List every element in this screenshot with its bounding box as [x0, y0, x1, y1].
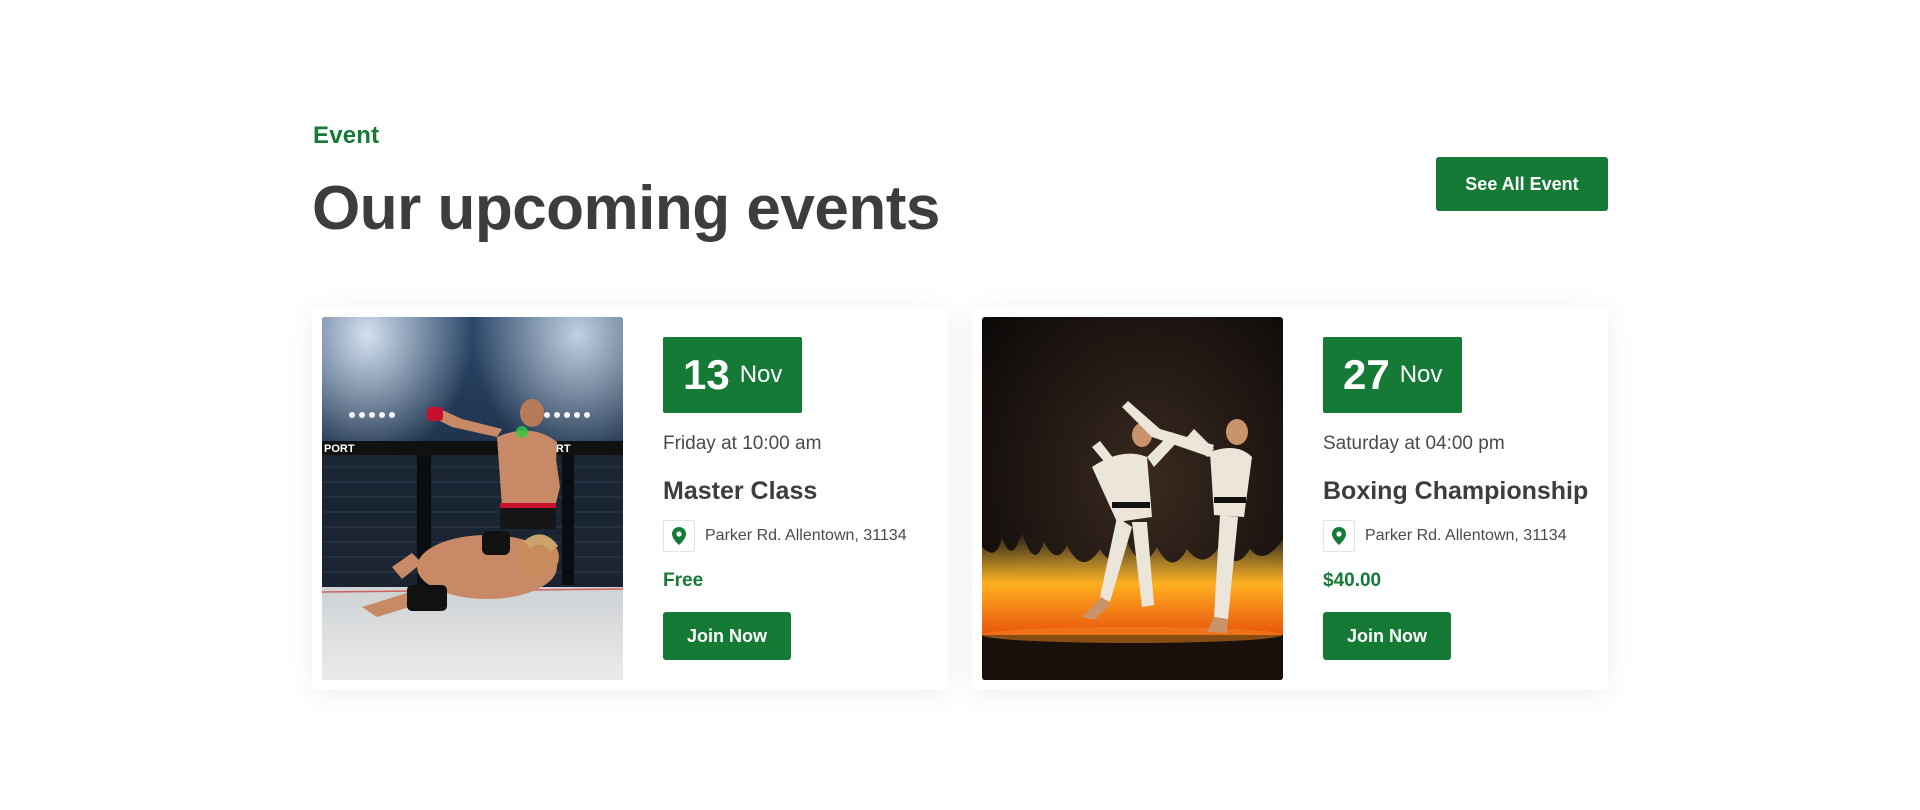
event-location: Parker Rd. Allentown, 31134	[1323, 520, 1593, 552]
events-section: Event Our upcoming events See All Event	[0, 0, 1920, 810]
location-text: Parker Rd. Allentown, 31134	[1365, 527, 1567, 544]
join-now-button[interactable]: Join Now	[1323, 612, 1451, 660]
event-info: 13 Nov Friday at 10:00 am Master Class P…	[663, 337, 933, 660]
event-image-mma[interactable]: PORT PORT	[322, 317, 623, 680]
event-info: 27 Nov Saturday at 04:00 pm Boxing Champ…	[1323, 337, 1593, 660]
event-price: Free	[663, 570, 704, 591]
map-pin-icon	[1323, 520, 1355, 552]
join-now-button[interactable]: Join Now	[663, 612, 791, 660]
date-day: 13	[683, 351, 730, 398]
date-badge: 27 Nov	[1323, 337, 1463, 413]
date-day: 27	[1343, 351, 1390, 398]
event-card: 27 Nov Saturday at 04:00 pm Boxing Champ…	[972, 307, 1608, 690]
event-time: Friday at 10:00 am	[663, 433, 822, 454]
section-heading: Our upcoming events	[312, 174, 940, 243]
map-pin-icon	[663, 520, 695, 552]
event-price: $40.00	[1323, 570, 1382, 591]
date-month: Nov	[739, 361, 783, 388]
see-all-events-button[interactable]: See All Event	[1436, 157, 1608, 211]
date-month: Nov	[1399, 361, 1443, 388]
event-title[interactable]: Boxing Championship	[1323, 477, 1593, 506]
event-card: PORT PORT	[312, 307, 948, 690]
date-badge: 13 Nov	[663, 337, 803, 413]
location-text: Parker Rd. Allentown, 31134	[705, 527, 907, 544]
event-location: Parker Rd. Allentown, 31134	[663, 520, 933, 552]
event-image-karate[interactable]	[982, 317, 1283, 680]
section-eyebrow: Event	[313, 122, 380, 149]
cage-banner-text: PORT	[324, 443, 355, 455]
event-title[interactable]: Master Class	[663, 477, 933, 506]
event-time: Saturday at 04:00 pm	[1323, 433, 1505, 454]
